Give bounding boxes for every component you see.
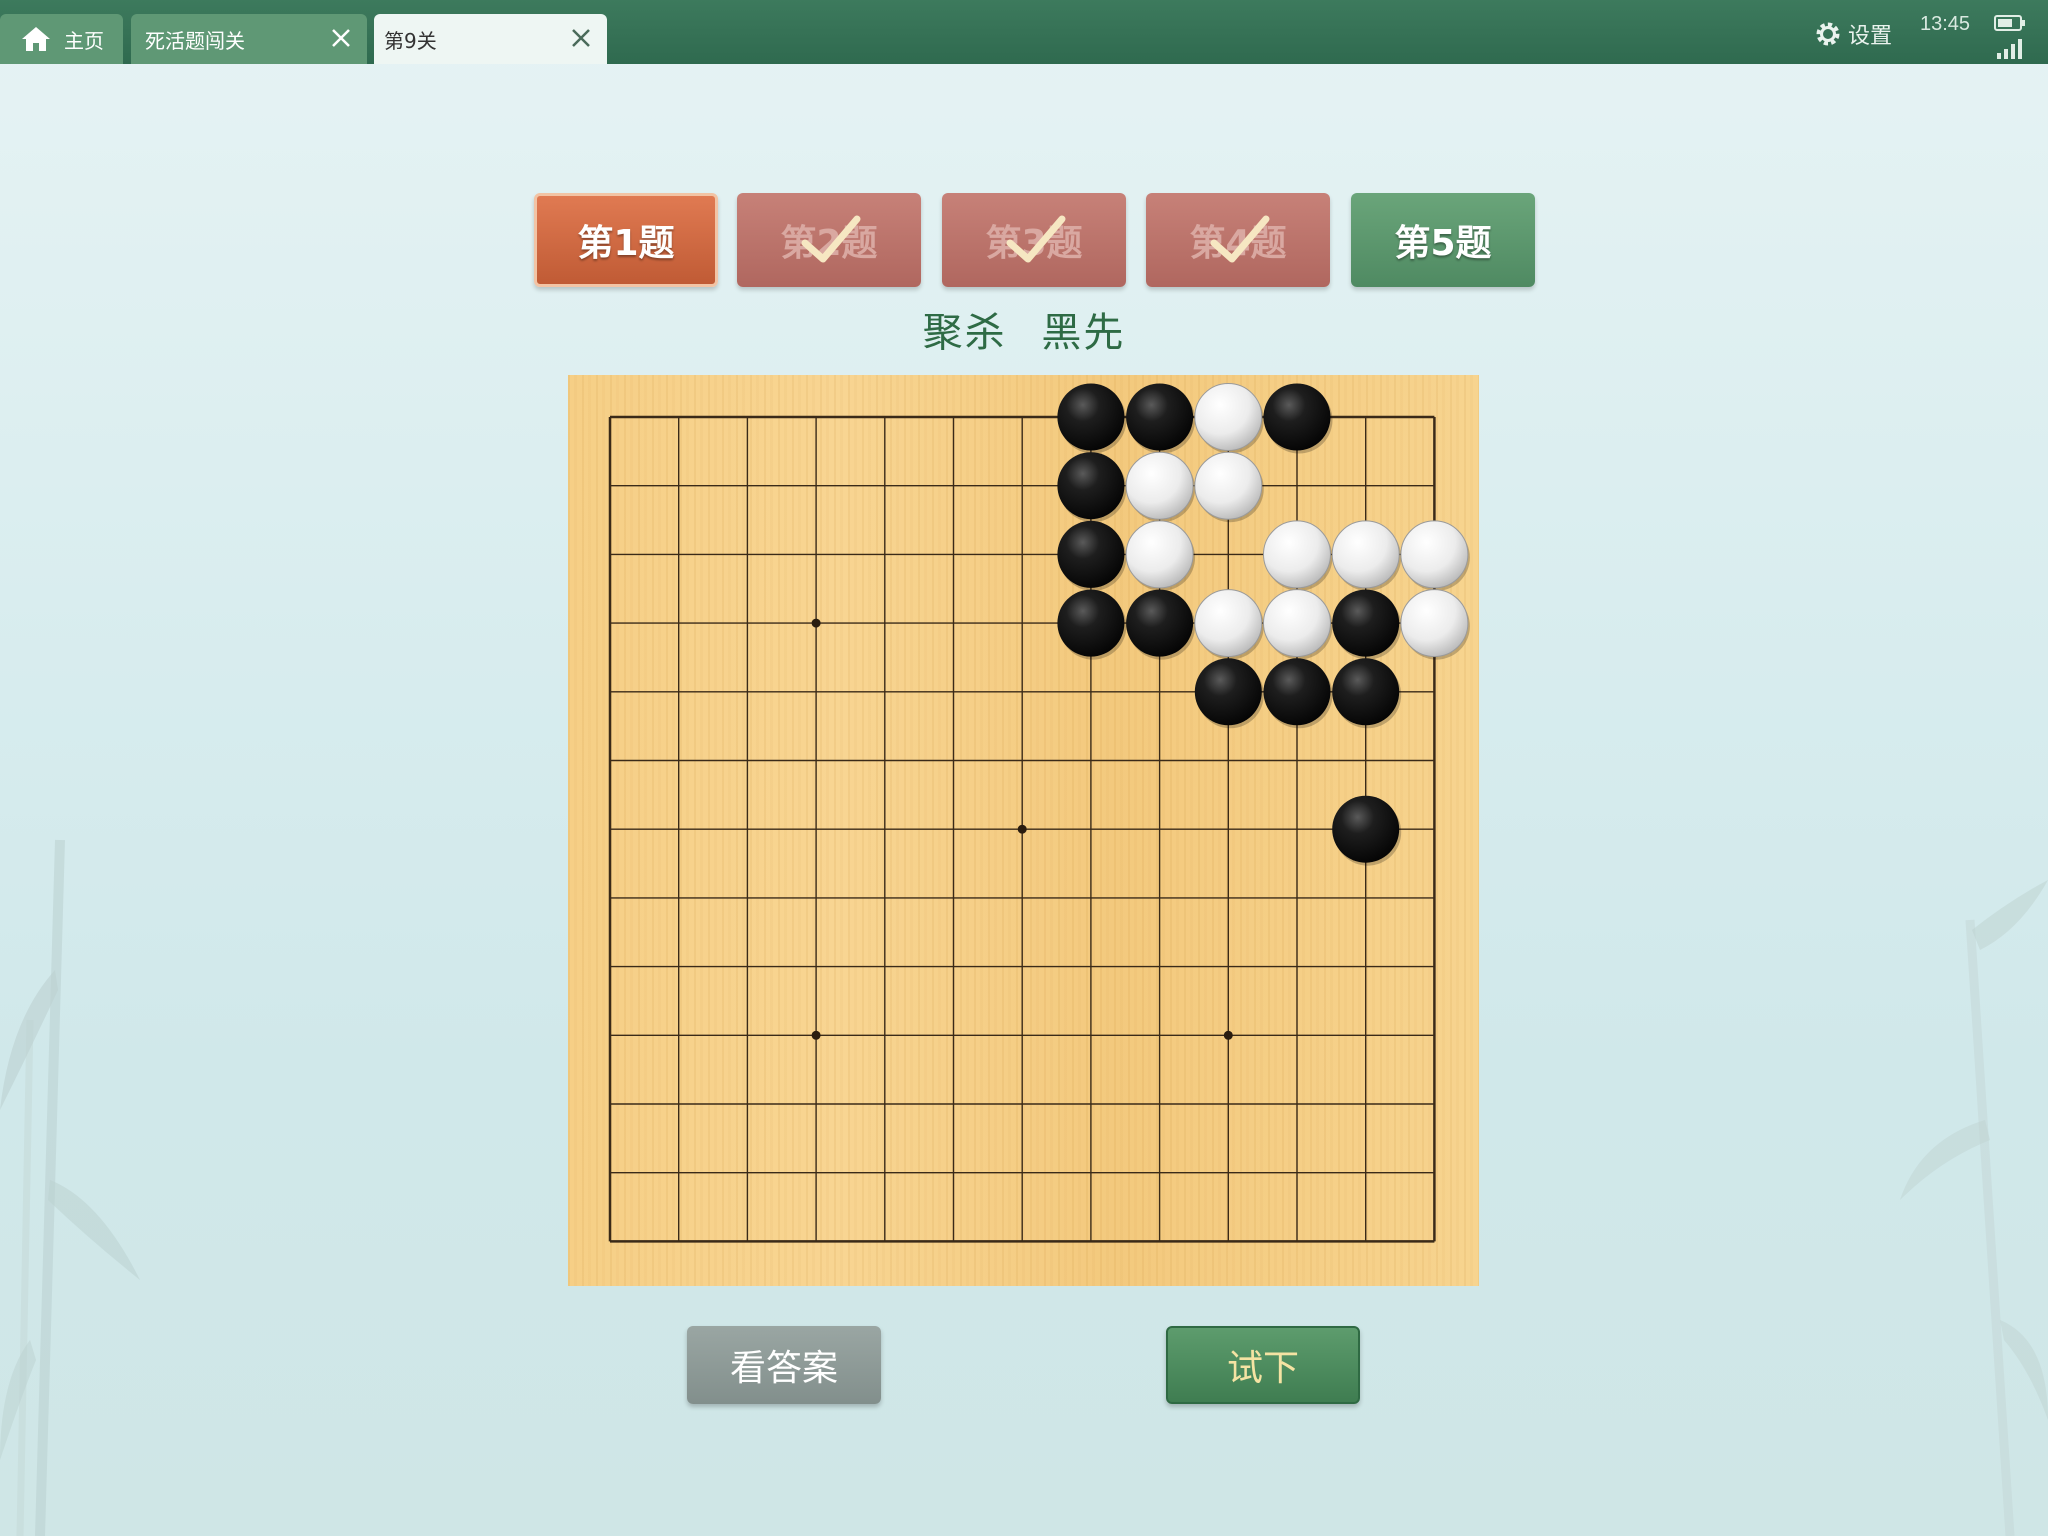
white-stone	[1194, 589, 1263, 658]
close-icon[interactable]	[569, 26, 593, 50]
go-board-grid[interactable]	[568, 375, 1479, 1286]
tab-home[interactable]: 主页	[0, 14, 123, 64]
white-stone	[1263, 589, 1331, 658]
question-button-5[interactable]: 第5题	[1351, 193, 1535, 287]
try-move-button[interactable]: 试下	[1166, 1326, 1360, 1404]
clock: 13:45	[1920, 13, 1971, 35]
white-stone	[1125, 520, 1194, 589]
black-stone	[1057, 520, 1125, 588]
black-stone	[1057, 452, 1125, 520]
white-stone	[1400, 589, 1469, 658]
problem-to-play: 黑先	[1041, 310, 1126, 356]
checkmark-icon	[1210, 215, 1270, 263]
star-point	[1223, 1030, 1233, 1040]
show-answer-button[interactable]: 看答案	[687, 1326, 881, 1404]
problem-description: 聚杀 黑先	[0, 300, 2048, 358]
white-stone	[1400, 520, 1469, 589]
question-button-4[interactable]: 第4题	[1146, 193, 1330, 287]
question-button-3[interactable]: 第3题	[942, 193, 1126, 287]
white-stone	[1263, 520, 1331, 589]
gear-icon	[1816, 22, 1840, 46]
black-stone	[1263, 658, 1331, 726]
black-stone	[1332, 795, 1400, 863]
star-point	[811, 1030, 821, 1040]
star-point	[811, 618, 821, 628]
tab-life-death[interactable]: 死活题闯关	[131, 14, 367, 64]
tab-home-label: 主页	[64, 28, 104, 53]
battery-icon	[1994, 15, 2025, 31]
settings-label: 设置	[1848, 24, 1893, 49]
black-stone	[1057, 383, 1125, 451]
tab-level-9-label: 第9关	[384, 28, 437, 53]
question-label: 第5题	[1394, 223, 1492, 264]
black-stone	[1263, 383, 1331, 451]
close-icon[interactable]	[329, 26, 353, 50]
black-stone	[1057, 589, 1125, 657]
checkmark-icon	[1006, 215, 1066, 263]
black-stone	[1126, 383, 1194, 451]
black-stone	[1126, 589, 1194, 657]
black-stone	[1332, 589, 1400, 657]
black-stone	[1194, 658, 1262, 726]
settings-button[interactable]: 设置	[1814, 18, 1892, 50]
go-board[interactable]	[568, 375, 1479, 1286]
problem-type: 聚杀	[922, 310, 1007, 356]
tab-level-9[interactable]: 第9关	[374, 14, 607, 64]
checkmark-icon	[801, 215, 861, 263]
bamboo-decoration-left	[0, 839, 140, 1536]
white-stone	[1194, 451, 1263, 520]
white-stone	[1194, 383, 1263, 451]
signal-icon	[1997, 39, 2022, 59]
question-button-1[interactable]: 第1题	[534, 193, 718, 287]
bamboo-decoration-right	[1900, 880, 2048, 1536]
question-label: 第1题	[577, 223, 675, 264]
question-button-2[interactable]: 第2题	[737, 193, 921, 287]
home-icon	[22, 27, 50, 51]
star-point	[1017, 824, 1027, 834]
black-stone	[1332, 658, 1400, 726]
top-bar: 主页 死活题闯关 第9关 设置 13:45	[0, 0, 2048, 64]
tab-life-death-label: 死活题闯关	[145, 28, 245, 53]
white-stone	[1125, 451, 1194, 520]
white-stone	[1331, 520, 1400, 589]
